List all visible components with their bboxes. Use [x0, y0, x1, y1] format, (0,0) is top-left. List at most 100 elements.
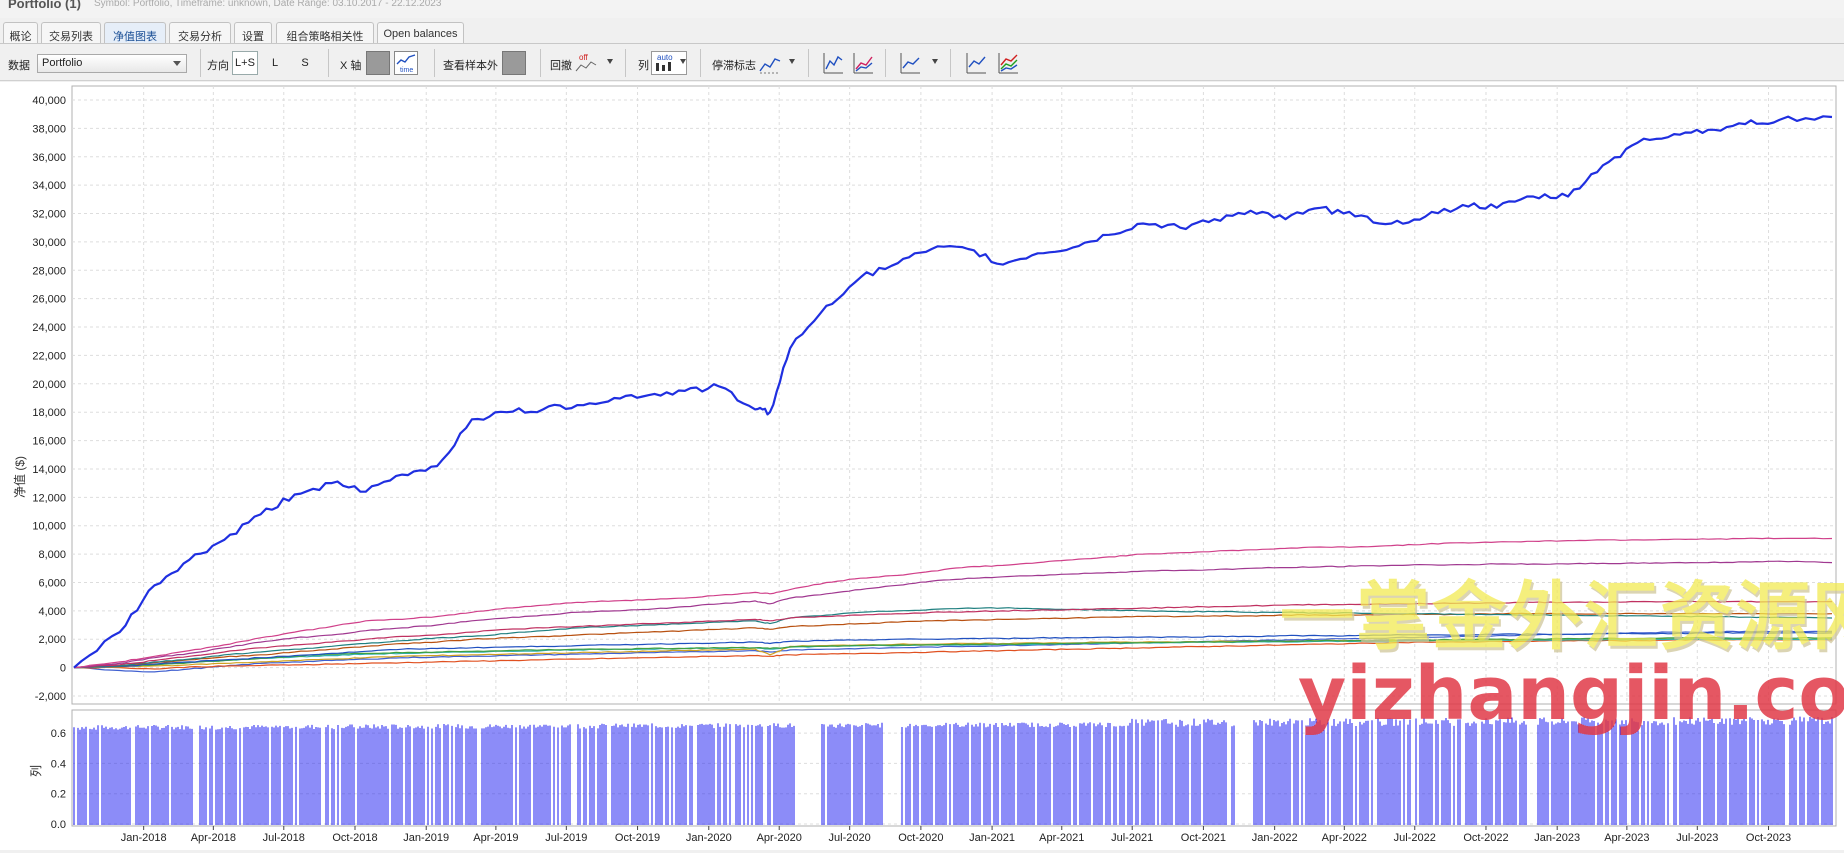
series-label: 列 — [638, 60, 649, 72]
window-title: Portfolio (1) — [8, 0, 81, 11]
histogram-tick-label: 0.6 — [51, 728, 66, 740]
y-tick-label: 8,000 — [38, 549, 66, 561]
tab-bar: 概论 交易列表 净值图表 交易分析 设置 组合策略相关性 Open balanc… — [0, 22, 1844, 44]
toolbar-divider — [328, 49, 329, 77]
tab-trade-list[interactable]: 交易列表 — [41, 22, 101, 43]
toolbar-divider — [434, 49, 435, 77]
stagnation-label: 停滞标志 — [712, 60, 756, 72]
x-tick-label: Jul-2023 — [1676, 832, 1718, 844]
tab-equity-chart[interactable]: 净值图表 — [104, 22, 166, 43]
series-icon-text: auto — [657, 53, 673, 62]
drawdown-chart-icon: off — [575, 53, 597, 72]
direction-label: 方向 — [207, 60, 229, 72]
y-tick-label: 30,000 — [32, 237, 66, 249]
stagnation-chart-icon — [759, 58, 781, 74]
equity-y-axis-label: 净值 ($) — [12, 456, 27, 498]
y-tick-label: 22,000 — [32, 350, 66, 362]
tab-settings[interactable]: 设置 — [234, 22, 272, 43]
y-tick-label: 18,000 — [32, 407, 66, 419]
y-tick-label: 10,000 — [32, 521, 66, 533]
histogram-y-axis-label: 列 — [29, 765, 43, 777]
x-tick-label: Apr-2018 — [191, 832, 236, 844]
style-chart-icon — [900, 53, 920, 74]
y-tick-label: 36,000 — [32, 152, 66, 164]
data-select-value: Portfolio — [42, 57, 83, 69]
x-tick-label: Jan-2022 — [1252, 832, 1298, 844]
chart-portfolio-icon[interactable] — [964, 51, 988, 75]
y-tick-label: 34,000 — [32, 180, 66, 192]
x-tick-label: Oct-2018 — [332, 832, 377, 844]
portfolio-chart-icon — [966, 53, 986, 74]
window-subtitle: Symbol: Portfolio, Timeframe: unknown, D… — [94, 0, 442, 9]
x-tick-label: Oct-2023 — [1746, 832, 1791, 844]
histogram-y-ticks: 0.6 0.4 0.2 0.0 — [51, 728, 66, 831]
data-select[interactable]: Portfolio — [37, 54, 187, 73]
data-label: 数据 — [8, 60, 30, 72]
x-tick-label: Jan-2019 — [403, 832, 449, 844]
x-tick-label: Apr-2019 — [473, 832, 518, 844]
watermark-chinese: 一掌金外汇资源网 — [1280, 574, 1844, 660]
y-tick-label: 26,000 — [32, 294, 66, 306]
chart-toolbar: 数据 Portfolio 方向 L+S L S X 轴 time 查看样本外 回… — [0, 45, 1844, 81]
series-dropdown-icon[interactable] — [680, 59, 686, 64]
x-tick-label: Jul-2021 — [1111, 832, 1153, 844]
chart-multi-icon[interactable] — [996, 51, 1020, 75]
x-tick-label: Oct-2020 — [898, 832, 943, 844]
tab-correlation[interactable]: 组合策略相关性 — [276, 22, 374, 43]
x-tick-label: Jul-2019 — [545, 832, 587, 844]
histogram-tick-label: 0.4 — [51, 758, 66, 770]
x-tick-label: Jul-2022 — [1394, 832, 1436, 844]
x-tick-label: Jan-2021 — [969, 832, 1015, 844]
toolbar-divider — [808, 49, 809, 77]
drawdown-label: 回撤 — [550, 60, 572, 72]
out-of-sample-label: 查看样本外 — [443, 60, 498, 72]
equity-y-ticks: 40,000 38,000 36,000 34,000 32,000 30,000 28,0… — [32, 95, 66, 703]
toolbar-divider — [885, 49, 886, 77]
y-tick-label: 20,000 — [32, 379, 66, 391]
x-tick-label: Jan-2020 — [686, 832, 732, 844]
y-tick-label: 4,000 — [38, 606, 66, 618]
direction-ls-button[interactable]: L+S — [232, 51, 258, 75]
tab-overview[interactable]: 概论 — [3, 22, 38, 43]
toolbar-divider — [200, 49, 201, 77]
y-tick-label: 12,000 — [32, 492, 66, 504]
x-tick-label: Oct-2021 — [1181, 832, 1226, 844]
tab-trade-analysis[interactable]: 交易分析 — [169, 22, 231, 43]
y-tick-label: 6,000 — [38, 577, 66, 589]
toolbar-divider — [700, 49, 701, 77]
y-tick-label: 40,000 — [32, 95, 66, 107]
chart-style-dropdown-icon[interactable] — [932, 59, 938, 64]
window-titlebar: Portfolio (1) Symbol: Portfolio, Timefra… — [0, 0, 1844, 18]
chart-compare-icon[interactable] — [851, 51, 875, 75]
y-tick-label: 32,000 — [32, 209, 66, 221]
x-tick-label: Jan-2023 — [1534, 832, 1580, 844]
x-tick-label: Jan-2018 — [121, 832, 167, 844]
chart-style-icon[interactable] — [898, 51, 922, 75]
direction-long-button[interactable]: L — [266, 51, 284, 75]
stagnation-dropdown-icon[interactable] — [789, 59, 795, 64]
y-tick-label: 38,000 — [32, 123, 66, 135]
y-tick-label: 14,000 — [32, 464, 66, 476]
x-tick-label: Apr-2021 — [1039, 832, 1084, 844]
x-tick-label: Jul-2020 — [829, 832, 871, 844]
drawdown-off-icon[interactable]: off — [574, 51, 598, 75]
stagnation-icon[interactable] — [758, 51, 782, 75]
time-icon-text: time — [400, 67, 413, 74]
xaxis-trades-icon[interactable] — [366, 51, 390, 75]
time-chart-icon: time — [396, 54, 416, 74]
y-tick-label: -2,000 — [35, 691, 66, 703]
y-tick-label: 24,000 — [32, 322, 66, 334]
toolbar-divider — [625, 49, 626, 77]
x-tick-label: Apr-2023 — [1604, 832, 1649, 844]
xaxis-time-icon[interactable]: time — [394, 51, 418, 75]
toolbar-divider — [950, 49, 951, 77]
x-tick-label: Apr-2020 — [757, 832, 802, 844]
compare-chart-icon — [853, 53, 873, 74]
out-of-sample-icon[interactable] — [502, 51, 526, 75]
direction-short-button[interactable]: S — [296, 51, 314, 75]
chart-bars-icon[interactable] — [821, 51, 845, 75]
y-tick-label: 16,000 — [32, 436, 66, 448]
toolbar-divider — [540, 49, 541, 77]
drawdown-dropdown-icon[interactable] — [607, 59, 613, 64]
tab-open-balances[interactable]: Open balances — [377, 22, 464, 43]
